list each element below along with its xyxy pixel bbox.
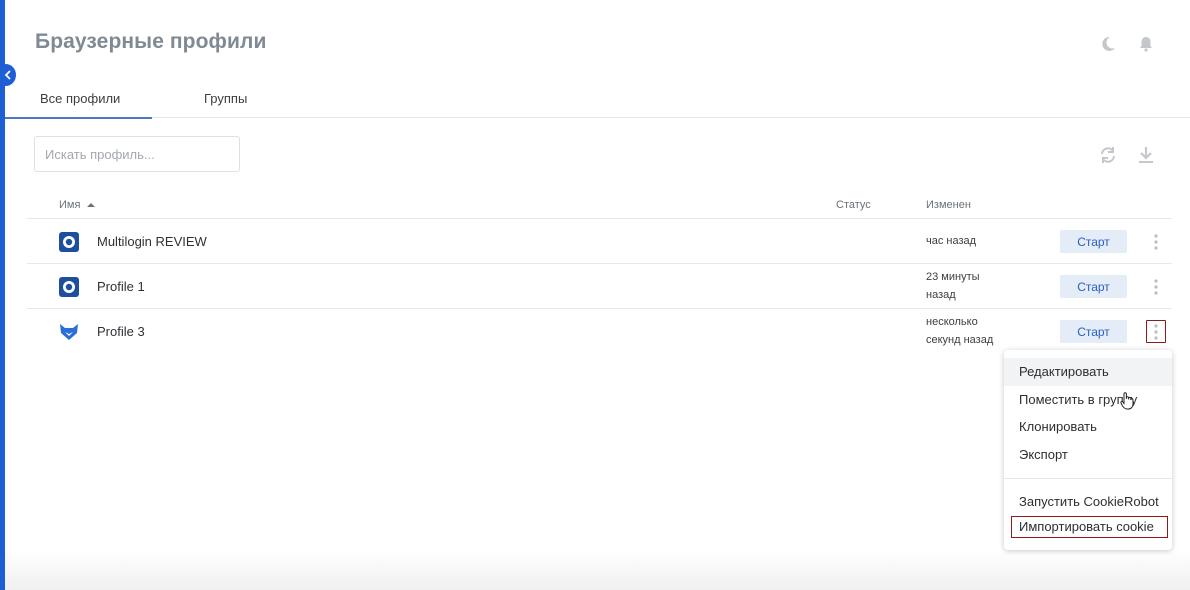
table-header: Имя Статус Изменен: [27, 192, 1172, 219]
start-button[interactable]: Старт: [1060, 275, 1127, 298]
multilogin-logo-icon: [59, 232, 79, 252]
profile-context-menu: Редактировать Поместить в группу Клониро…: [1004, 350, 1172, 550]
moon-icon[interactable]: [1098, 34, 1118, 54]
column-header-changed: Изменен: [926, 199, 971, 211]
download-icon[interactable]: [1136, 145, 1156, 165]
table-row[interactable]: Profile 1 23 минуты назад Старт: [27, 264, 1172, 309]
column-header-status: Статус: [836, 199, 871, 211]
menu-item-edit[interactable]: Редактировать: [1004, 358, 1172, 386]
bell-icon[interactable]: [1136, 34, 1156, 54]
changed-time: час назад: [926, 235, 977, 247]
multilogin-logo-icon: [59, 277, 79, 297]
changed-time: несколько секунд назад: [926, 316, 994, 346]
more-options-button[interactable]: [1146, 230, 1166, 253]
profiles-table: Имя Статус Изменен Multilogin REVIEW час…: [27, 192, 1172, 354]
start-button[interactable]: Старт: [1060, 320, 1127, 343]
fox-logo-icon: [59, 322, 79, 342]
menu-divider: [1004, 478, 1172, 479]
tab-all-profiles[interactable]: Все профили: [5, 78, 152, 119]
table-row[interactable]: Profile 3 несколько секунд назад Старт: [27, 309, 1172, 354]
column-header-name[interactable]: Имя: [59, 199, 95, 211]
kebab-icon: [1154, 278, 1158, 295]
menu-item-run-cookierobot[interactable]: Запустить CookieRobot: [1004, 488, 1172, 516]
kebab-icon: [1154, 323, 1158, 340]
menu-item-export[interactable]: Экспорт: [1004, 441, 1172, 469]
sort-asc-icon: [86, 203, 95, 207]
menu-item-move-to-group[interactable]: Поместить в группу: [1004, 386, 1172, 414]
more-options-button[interactable]: [1146, 275, 1166, 298]
hand-cursor-icon: [1120, 392, 1134, 410]
menu-item-clone[interactable]: Клонировать: [1004, 413, 1172, 441]
more-options-button[interactable]: [1146, 320, 1166, 343]
tab-groups[interactable]: Группы: [152, 78, 282, 118]
profile-name[interactable]: Profile 1: [97, 279, 145, 294]
refresh-icon[interactable]: [1098, 145, 1118, 165]
bottom-shadow: [5, 550, 1190, 590]
kebab-icon: [1154, 233, 1158, 250]
tab-bar: Все профили Группы: [5, 78, 1190, 119]
changed-time: 23 минуты назад: [926, 271, 980, 301]
header-actions: [1098, 34, 1156, 54]
table-row[interactable]: Multilogin REVIEW час назад Старт: [27, 219, 1172, 264]
search-input[interactable]: [34, 136, 240, 172]
start-button[interactable]: Старт: [1060, 230, 1127, 253]
table-toolbar: [1098, 145, 1156, 165]
menu-item-import-cookie[interactable]: Импортировать cookie: [1011, 515, 1168, 538]
page-title: Браузерные профили: [35, 30, 267, 53]
profile-name[interactable]: Multilogin REVIEW: [97, 234, 207, 249]
profile-name[interactable]: Profile 3: [97, 324, 145, 339]
